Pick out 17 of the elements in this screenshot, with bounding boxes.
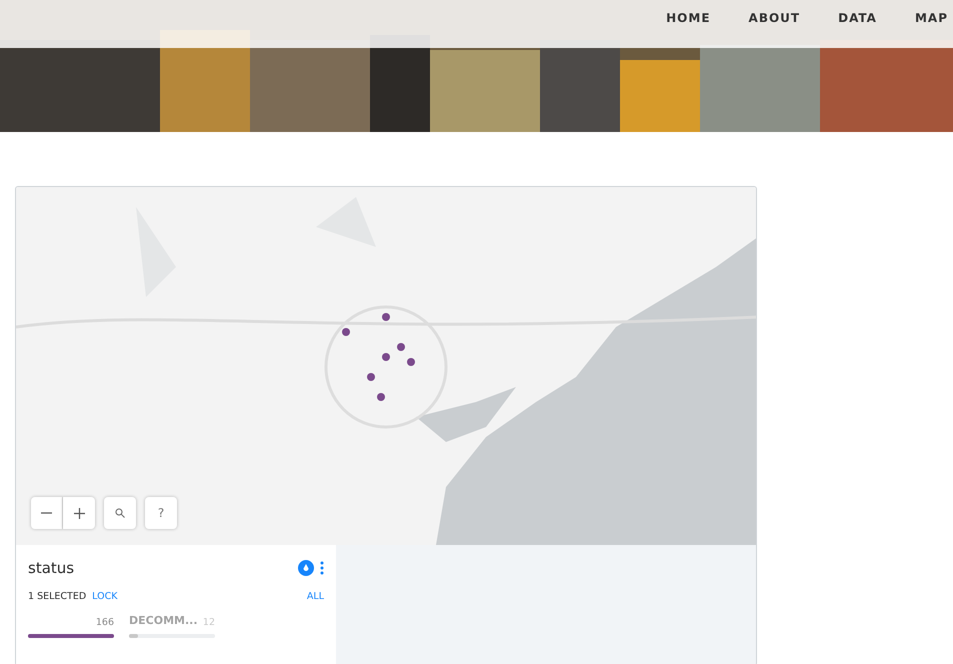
droplet-icon[interactable] bbox=[298, 560, 314, 576]
more-icon[interactable] bbox=[320, 561, 324, 576]
zoom-in-button[interactable] bbox=[63, 497, 95, 529]
nav-link[interactable]: DATA bbox=[838, 9, 877, 27]
selected-count: 1 SELECTED bbox=[28, 590, 86, 604]
lock-link[interactable]: LOCK bbox=[92, 590, 118, 604]
widget-title: status bbox=[28, 558, 74, 579]
category-count: 166 bbox=[96, 616, 114, 630]
all-link[interactable]: ALL bbox=[306, 590, 324, 604]
nav-link[interactable]: MAP bbox=[914, 9, 948, 27]
search-button[interactable] bbox=[104, 497, 136, 529]
help-button[interactable]: ? bbox=[145, 497, 177, 529]
nav-link[interactable]: HOME bbox=[666, 9, 711, 27]
nav-link[interactable]: ABOUT bbox=[748, 9, 800, 27]
zoom-in-icon bbox=[74, 508, 84, 518]
search-icon bbox=[115, 508, 125, 518]
category-bar[interactable] bbox=[28, 634, 114, 638]
